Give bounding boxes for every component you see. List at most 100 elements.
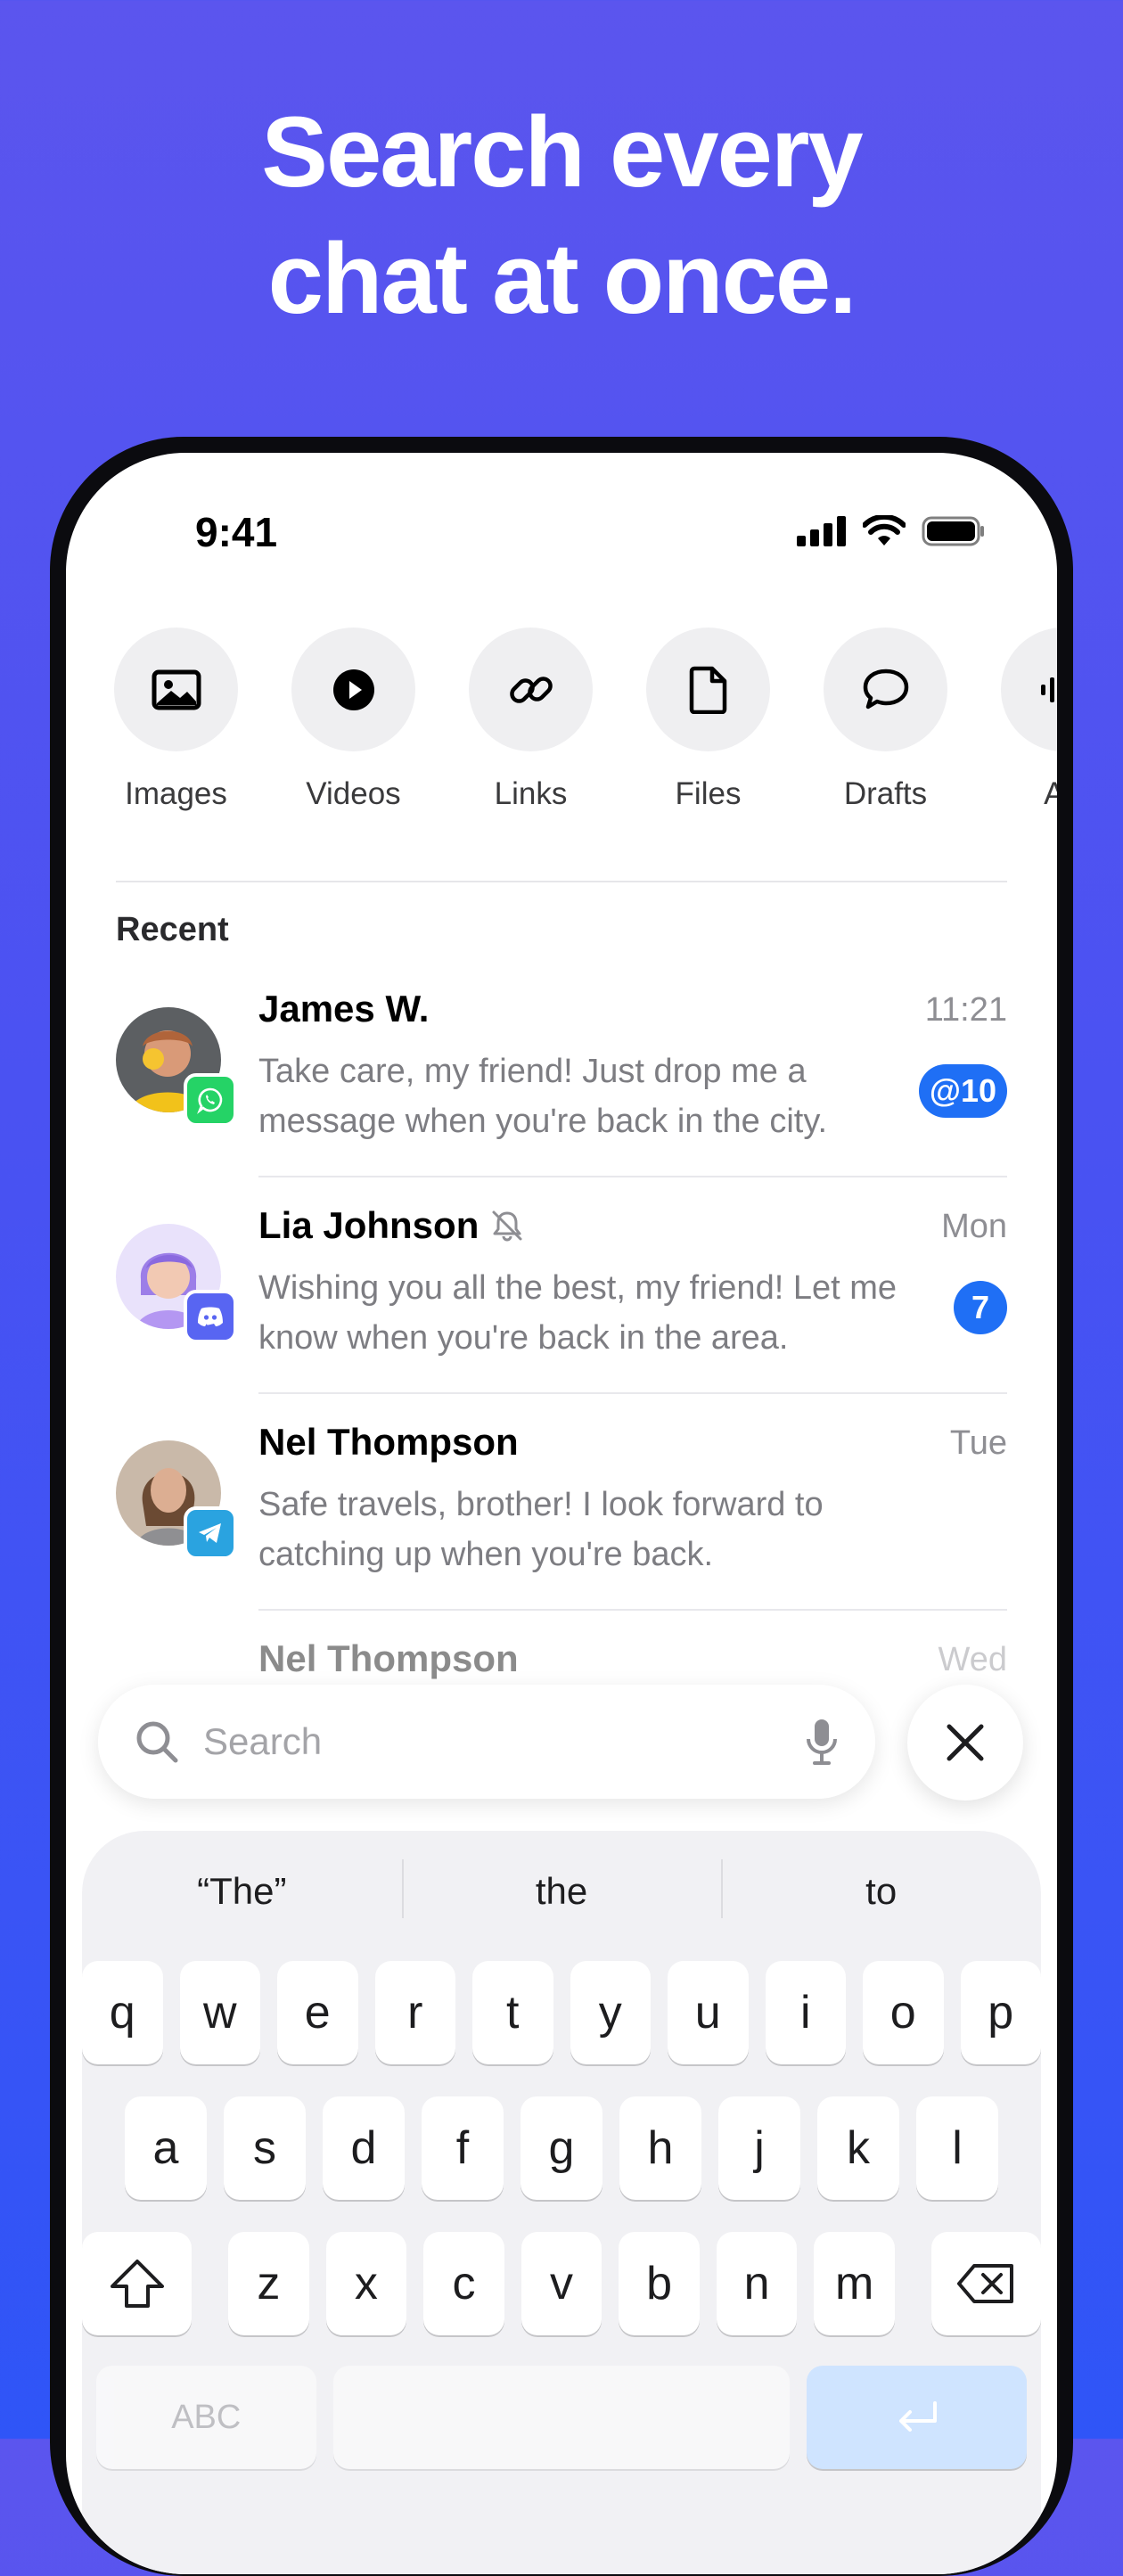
image-icon	[152, 669, 201, 710]
category-drafts[interactable]: Drafts	[824, 628, 947, 812]
category-label: Links	[494, 776, 568, 811]
microphone-icon[interactable]	[804, 1717, 840, 1767]
audio-icon	[1040, 677, 1054, 702]
status-time: 9:41	[195, 509, 278, 555]
category-label: Videos	[306, 776, 401, 811]
muted-bell-icon	[492, 1210, 522, 1242]
telegram-icon	[199, 1523, 221, 1543]
category-links[interactable]: Links	[469, 628, 593, 812]
chat-preview: Safe travels, brother! I look forward to…	[258, 1486, 824, 1573]
whatsapp-badge-icon	[184, 1073, 237, 1127]
key-n[interactable]: n	[716, 2232, 798, 2335]
suggestion[interactable]: the	[401, 1859, 722, 1918]
chat-preview: Take care, my friend! Just drop me a mes…	[258, 1053, 828, 1140]
chat-name: Nel Thompson	[258, 1421, 519, 1464]
chat-name-text: Nel Thompson	[258, 1637, 519, 1679]
category-label: Images	[125, 776, 227, 811]
chat-row-lia[interactable]: Lia Johnson Wishing you all the best, my…	[116, 1177, 1007, 1394]
key-x[interactable]: x	[325, 2232, 407, 2335]
category-label: Drafts	[843, 776, 928, 811]
close-search-button[interactable]	[907, 1685, 1023, 1801]
key-i[interactable]: i	[765, 1961, 846, 2064]
key-b[interactable]: b	[619, 2232, 700, 2335]
suggestion[interactable]: to	[721, 1859, 1041, 1918]
phone-frame: 9:41 Images Videos Links Files Drafts A …	[50, 437, 1073, 2576]
media-categories: Images Videos Links Files Drafts A	[114, 628, 1057, 812]
key-u[interactable]: u	[668, 1961, 749, 2064]
key-k[interactable]: k	[817, 2096, 899, 2200]
chat-bubble-icon	[863, 669, 908, 709]
discord-badge-icon	[184, 1290, 237, 1343]
chat-name: James W.	[258, 988, 429, 1030]
headline: Search every chat at once.	[0, 89, 1123, 342]
key-c[interactable]: c	[423, 2232, 504, 2335]
wifi-icon	[863, 515, 906, 546]
key-y[interactable]: y	[570, 1961, 651, 2064]
key-s[interactable]: s	[224, 2096, 306, 2200]
status-icons	[797, 515, 986, 547]
keyboard: “The” the to q w e r t y u i o p a s d f	[81, 1831, 1042, 2574]
category-links-circle	[469, 628, 593, 751]
link-icon	[509, 676, 553, 703]
key-d[interactable]: d	[323, 2096, 405, 2200]
key-f[interactable]: f	[422, 2096, 504, 2200]
category-files-circle	[646, 628, 770, 751]
category-videos-circle	[291, 628, 415, 751]
key-j[interactable]: j	[718, 2096, 800, 2200]
return-key[interactable]	[807, 2366, 1027, 2469]
key-o[interactable]: o	[863, 1961, 944, 2064]
chat-row-james[interactable]: James W. Take care, my friend! Just drop…	[116, 961, 1007, 1177]
recent-section-title: Recent	[116, 911, 229, 948]
divider	[116, 881, 1007, 882]
chat-time: Mon	[941, 1208, 1007, 1245]
return-icon	[898, 2401, 937, 2432]
key-r[interactable]: r	[374, 1961, 455, 2064]
chat-name: Lia Johnson	[258, 1204, 525, 1247]
chat-time: Tue	[949, 1424, 1007, 1462]
key-h[interactable]: h	[619, 2096, 701, 2200]
key-m[interactable]: m	[814, 2232, 895, 2335]
key-v[interactable]: v	[521, 2232, 602, 2335]
headline-line-1: Search every	[261, 96, 863, 208]
chat-time: Wed	[938, 1641, 1007, 1678]
space-key[interactable]	[332, 2366, 791, 2469]
category-label: Au	[1044, 776, 1057, 811]
battery-icon	[922, 516, 984, 546]
category-files[interactable]: Files	[646, 628, 770, 812]
abc-key[interactable]: ABC	[96, 2366, 316, 2469]
chat-row-nel[interactable]: Nel Thompson Safe travels, brother! I lo…	[116, 1394, 1007, 1611]
key-z[interactable]: z	[228, 2232, 309, 2335]
file-icon	[689, 666, 726, 714]
key-p[interactable]: p	[960, 1961, 1041, 2064]
key-t[interactable]: t	[472, 1961, 553, 2064]
telegram-badge-icon	[184, 1506, 237, 1560]
key-a[interactable]: a	[125, 2096, 207, 2200]
search-bar[interactable]: Search	[98, 1685, 875, 1799]
play-icon	[332, 669, 374, 710]
key-w[interactable]: w	[179, 1961, 260, 2064]
category-label: Files	[675, 776, 742, 811]
category-images[interactable]: Images	[114, 628, 238, 812]
discord-icon	[198, 1307, 223, 1326]
keyboard-suggestions: “The” the to	[82, 1859, 1041, 1918]
search-icon	[136, 1721, 178, 1763]
shift-key[interactable]	[81, 2232, 193, 2335]
unread-badge: 7	[954, 1281, 1007, 1334]
chat-name-text: Nel Thompson	[258, 1421, 519, 1463]
key-q[interactable]: q	[82, 1961, 163, 2064]
search-input[interactable]: Search	[203, 1720, 804, 1763]
keyboard-row-1: q w e r t y u i o p	[82, 1961, 1041, 2064]
chat-preview: Wishing you all the best, my friend! Let…	[258, 1269, 897, 1357]
category-images-circle	[114, 628, 238, 751]
category-videos[interactable]: Videos	[291, 628, 415, 812]
whatsapp-icon	[197, 1087, 223, 1114]
key-e[interactable]: e	[277, 1961, 358, 2064]
category-drafts-circle	[824, 628, 947, 751]
keyboard-row-2: a s d f g h j k l	[82, 2096, 1041, 2200]
category-audio[interactable]: Au	[1001, 628, 1057, 812]
backspace-key[interactable]	[930, 2232, 1042, 2335]
suggestion[interactable]: “The”	[82, 1870, 402, 1913]
key-g[interactable]: g	[521, 2096, 602, 2200]
key-l[interactable]: l	[916, 2096, 998, 2200]
category-audio-circle	[1001, 628, 1057, 751]
